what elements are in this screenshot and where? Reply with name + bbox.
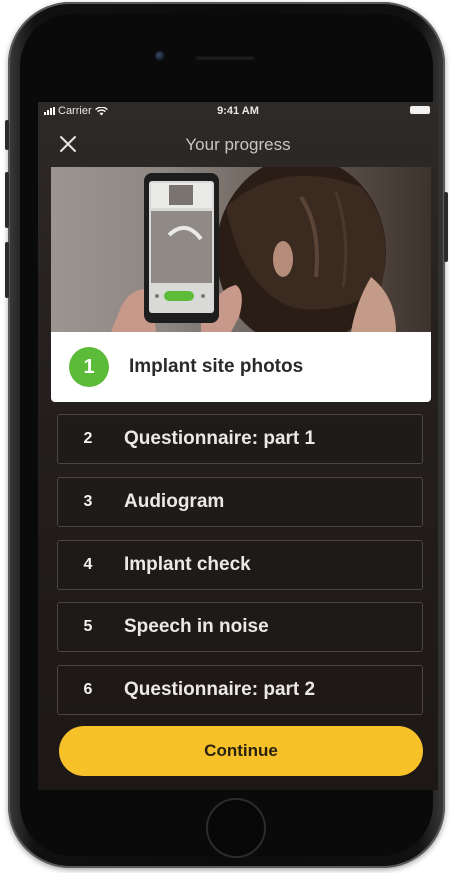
clock: 9:41 AM	[217, 105, 259, 117]
step-label: Audiogram	[124, 491, 225, 512]
power-button	[444, 192, 448, 262]
step-label: Questionnaire: part 2	[124, 679, 316, 700]
nav-bar: Your progress	[38, 126, 438, 162]
hero-illustration	[111, 167, 396, 332]
home-button[interactable]	[206, 798, 266, 858]
step-label: Implant check	[124, 554, 251, 575]
volume-down-button	[5, 242, 9, 298]
step-item[interactable]: 5 Speech in noise	[57, 602, 423, 652]
status-bar: Carrier 9:41 AM	[38, 102, 438, 120]
page-title: Your progress	[185, 135, 291, 154]
step-item-active[interactable]: 1 Implant site photos	[51, 332, 431, 402]
step-number: 2	[83, 430, 93, 447]
step-item[interactable]: 3 Audiogram	[57, 477, 423, 527]
step-label: Speech in noise	[124, 616, 269, 637]
step-item[interactable]: 6 Questionnaire: part 2	[57, 665, 423, 715]
step-number-badge: 1	[69, 347, 109, 387]
step-label: Implant site photos	[129, 356, 304, 377]
earpiece-speaker	[195, 55, 255, 60]
volume-up-button	[5, 172, 9, 228]
step-item[interactable]: 2 Questionnaire: part 1	[57, 414, 423, 464]
step-item[interactable]: 4 Implant check	[57, 540, 423, 590]
step-number: 6	[83, 681, 93, 698]
step-number: 5	[83, 618, 93, 635]
step-number: 4	[83, 556, 93, 573]
hero-photo	[51, 167, 431, 332]
battery-icon	[410, 106, 430, 114]
step-number: 3	[83, 493, 93, 510]
app-screen: Carrier 9:41 AM Your progress 1 Implant …	[38, 102, 438, 790]
continue-button[interactable]: Continue	[59, 726, 423, 776]
front-camera	[155, 51, 165, 61]
mute-switch	[5, 120, 9, 150]
step-label: Questionnaire: part 1	[124, 428, 316, 449]
